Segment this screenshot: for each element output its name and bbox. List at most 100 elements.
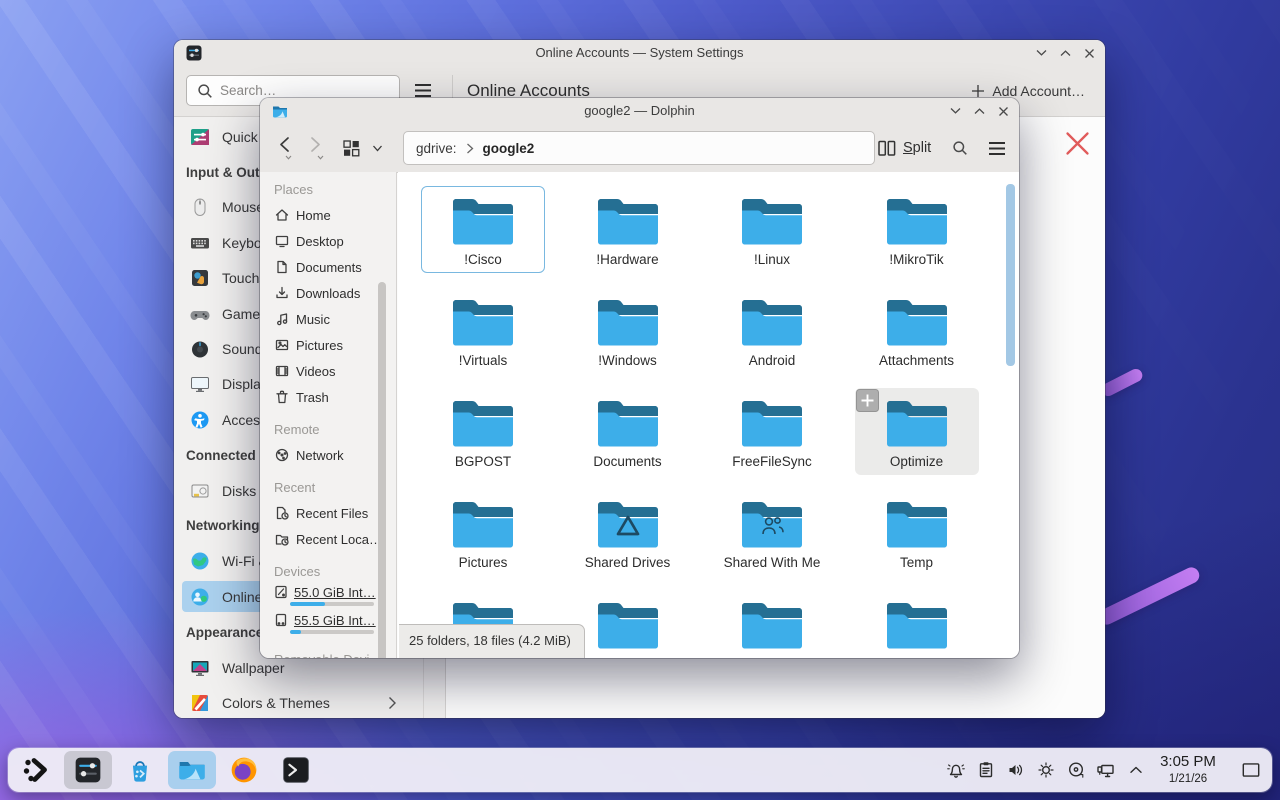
show-desktop-button[interactable] <box>1240 759 1262 781</box>
downloads-icon <box>274 285 290 301</box>
folder-icon <box>451 194 515 246</box>
folder-bgpost[interactable]: BGPOST <box>411 388 555 489</box>
tray-network-icon[interactable] <box>1096 760 1116 780</box>
folder-label: Shared With Me <box>700 555 844 570</box>
gamepad-icon <box>190 304 210 324</box>
close-icon[interactable] <box>1084 48 1095 59</box>
view-mode-icons-button[interactable] <box>343 140 360 157</box>
folder-documents[interactable]: Documents <box>556 388 700 489</box>
places-item-pictures[interactable]: Pictures <box>260 332 396 358</box>
folder-label: !MikroTik <box>845 252 989 267</box>
back-dropdown-icon[interactable] <box>285 155 292 160</box>
error-close-icon[interactable] <box>1065 131 1090 156</box>
taskbar-app-discover[interactable] <box>116 751 164 789</box>
folder-linux[interactable]: !Linux <box>700 186 844 287</box>
folder-partial[interactable] <box>700 590 844 658</box>
taskbar-app-dolphin[interactable] <box>168 751 216 789</box>
sidebar-item-colors-themes[interactable]: Colors & Themes <box>174 685 445 718</box>
forward-dropdown-icon[interactable] <box>317 155 324 160</box>
dolphin-window-title: google2 — Dolphin <box>260 98 1019 124</box>
menu-icon[interactable] <box>414 83 432 98</box>
places-item-music[interactable]: Music <box>260 306 396 332</box>
places-item-downloads[interactable]: Downloads <box>260 280 396 306</box>
maximize-icon[interactable] <box>974 107 985 115</box>
location-bar[interactable]: gdrive: google2 <box>403 131 875 165</box>
taskbar-app-firefox[interactable] <box>220 751 268 789</box>
view-mode-dropdown-icon[interactable] <box>372 144 383 153</box>
folder-attachments[interactable]: Attachments <box>845 287 989 388</box>
breadcrumb-current[interactable]: google2 <box>483 141 535 156</box>
menu-icon[interactable] <box>988 141 1006 156</box>
sound-icon <box>190 339 210 359</box>
taskbar-app-konsole[interactable] <box>272 751 320 789</box>
wallpaper-icon <box>190 658 210 678</box>
folder-shared-with-me[interactable]: Shared With Me <box>700 489 844 590</box>
back-button[interactable] <box>277 136 291 153</box>
places-item-trash[interactable]: Trash <box>260 384 396 410</box>
search-icon <box>197 83 213 99</box>
folder-hardware[interactable]: !Hardware <box>556 186 700 287</box>
clock[interactable]: 3:05 PM 1/21/26 <box>1146 752 1230 787</box>
folder-shared-drives[interactable]: Shared Drives <box>556 489 700 590</box>
wifi-icon <box>190 551 210 571</box>
folder-cisco[interactable]: !Cisco <box>411 186 555 287</box>
app-launcher-button[interactable] <box>20 753 54 787</box>
tray-disks-icon[interactable] <box>1066 760 1086 780</box>
folder-optimize[interactable]: Optimize <box>845 388 989 489</box>
folder-virtuals[interactable]: !Virtuals <box>411 287 555 388</box>
sidebar-item-label: Sound <box>222 341 262 357</box>
folder-windows[interactable]: !Windows <box>556 287 700 388</box>
minimize-icon[interactable] <box>1036 49 1047 57</box>
places-device-55-5-gib-int[interactable]: 55.5 GiB Int… <box>260 612 396 640</box>
folder-label: Documents <box>556 454 700 469</box>
access-icon <box>190 410 210 430</box>
places-item-label: Recent Files <box>296 506 368 521</box>
places-item-recent-files[interactable]: Recent Files <box>260 500 396 526</box>
minimize-icon[interactable] <box>950 107 961 115</box>
places-item-label: Videos <box>296 364 336 379</box>
dolphin-titlebar[interactable]: google2 — Dolphin <box>260 98 1019 124</box>
places-item-documents[interactable]: Documents <box>260 254 396 280</box>
places-item-recent-loca[interactable]: Recent Loca… <box>260 526 396 552</box>
tray-notifications-icon[interactable] <box>946 760 966 780</box>
tray-clipboard-icon[interactable] <box>976 760 996 780</box>
places-item-home[interactable]: Home <box>260 202 396 228</box>
places-item-videos[interactable]: Videos <box>260 358 396 384</box>
folder-label: Pictures <box>411 555 555 570</box>
tray-brightness-icon[interactable] <box>1036 760 1056 780</box>
tray-volume-icon[interactable] <box>1006 760 1026 780</box>
folder-icon <box>885 598 949 650</box>
places-scrollbar[interactable] <box>378 282 386 658</box>
search-icon[interactable] <box>952 140 968 156</box>
status-bar: 25 folders, 18 files (4.2 MiB) <box>399 624 585 658</box>
sidebar-item-label: Colors & Themes <box>222 695 330 711</box>
places-section-remote: Remote <box>260 416 396 442</box>
folder-icon <box>740 598 804 650</box>
recent-locations-icon <box>274 531 290 547</box>
close-icon[interactable] <box>998 106 1009 117</box>
system-settings-titlebar[interactable]: Online Accounts — System Settings <box>174 40 1105 66</box>
folder-android[interactable]: Android <box>700 287 844 388</box>
taskbar-app-system-settings[interactable] <box>64 751 112 789</box>
mouse-icon <box>190 197 210 217</box>
breadcrumb-root[interactable]: gdrive: <box>416 141 457 156</box>
folder-freefilesync[interactable]: FreeFileSync <box>700 388 844 489</box>
folder-mikrotik[interactable]: !MikroTik <box>845 186 989 287</box>
maximize-icon[interactable] <box>1060 49 1071 57</box>
places-item-network[interactable]: Network <box>260 442 396 468</box>
folder-partial[interactable] <box>845 590 989 658</box>
tray-tray-expand-icon[interactable] <box>1126 760 1146 780</box>
select-toggle-plus-icon[interactable] <box>856 389 879 412</box>
folder-label: !Virtuals <box>411 353 555 368</box>
places-device-55-0-gib-int[interactable]: 55.0 GiB Int… <box>260 584 396 612</box>
folder-temp[interactable]: Temp <box>845 489 989 590</box>
folder-pictures[interactable]: Pictures <box>411 489 555 590</box>
split-button[interactable]: Split <box>878 133 931 163</box>
view-scrollbar[interactable] <box>1006 184 1015 366</box>
system-settings-window-title: Online Accounts — System Settings <box>174 40 1105 66</box>
places-item-desktop[interactable]: Desktop <box>260 228 396 254</box>
online-icon <box>190 587 210 607</box>
places-section-places: Places <box>260 176 396 202</box>
folder-icon <box>885 497 949 549</box>
folder-icon <box>596 295 660 347</box>
